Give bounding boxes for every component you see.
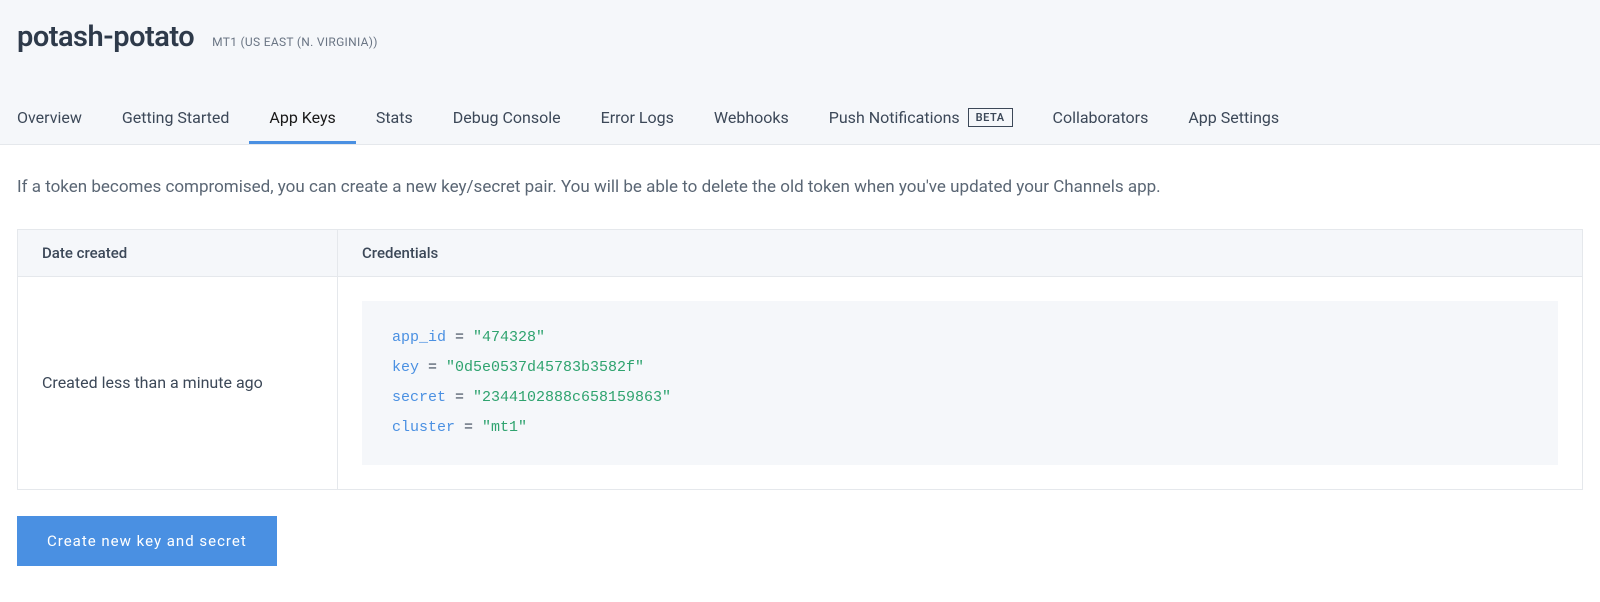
tab-app-settings[interactable]: App Settings (1168, 94, 1299, 144)
tab-label: Stats (376, 108, 413, 127)
cred-val: "474328" (473, 329, 545, 346)
tab-push-notifications[interactable]: Push Notifications BETA (809, 94, 1033, 144)
cred-line-secret: secret = "2344102888c658159863" (392, 383, 1528, 413)
cred-line-cluster: cluster = "mt1" (392, 413, 1528, 443)
cred-val: "mt1" (482, 419, 527, 436)
table-row: Created less than a minute ago app_id = … (18, 276, 1583, 489)
credentials-code-block: app_id = "474328" key = "0d5e0537d45783b… (362, 301, 1558, 465)
cred-key: secret (392, 389, 446, 406)
tab-label: Collaborators (1053, 108, 1149, 127)
app-title: potash-potato (17, 20, 194, 54)
tab-webhooks[interactable]: Webhooks (694, 94, 809, 144)
tab-label: Overview (17, 108, 82, 127)
cred-val: "0d5e0537d45783b3582f" (446, 359, 644, 376)
cred-eq: = (446, 389, 473, 406)
app-title-row: potash-potato MT1 (US EAST (N. VIRGINIA)… (17, 20, 1583, 94)
cred-eq: = (419, 359, 446, 376)
tab-label: App Settings (1188, 108, 1279, 127)
cred-eq: = (455, 419, 482, 436)
header-credentials: Credentials (338, 229, 1583, 276)
cred-key: key (392, 359, 419, 376)
tab-app-keys[interactable]: App Keys (249, 94, 355, 144)
credentials-cell: app_id = "474328" key = "0d5e0537d45783b… (338, 276, 1583, 489)
cred-val: "2344102888c658159863" (473, 389, 671, 406)
cred-line-key: key = "0d5e0537d45783b3582f" (392, 353, 1528, 383)
header-date-created: Date created (18, 229, 338, 276)
tabs: Overview Getting Started App Keys Stats … (17, 94, 1583, 144)
tab-stats[interactable]: Stats (356, 94, 433, 144)
tab-error-logs[interactable]: Error Logs (581, 94, 694, 144)
beta-badge: BETA (968, 108, 1013, 127)
create-new-key-button[interactable]: Create new key and secret (17, 516, 277, 566)
cred-eq: = (446, 329, 473, 346)
tab-label: Error Logs (601, 108, 674, 127)
tab-label: Webhooks (714, 108, 789, 127)
tab-label: Push Notifications (829, 108, 960, 127)
tab-debug-console[interactable]: Debug Console (433, 94, 581, 144)
credentials-table: Date created Credentials Created less th… (17, 229, 1583, 490)
cred-key: cluster (392, 419, 455, 436)
cred-line-app-id: app_id = "474328" (392, 323, 1528, 353)
tab-overview[interactable]: Overview (17, 94, 102, 144)
app-region: MT1 (US EAST (N. VIRGINIA)) (212, 35, 378, 49)
tab-label: Debug Console (453, 108, 561, 127)
content: If a token becomes compromised, you can … (0, 145, 1600, 596)
tab-label: App Keys (269, 108, 335, 127)
cred-key: app_id (392, 329, 446, 346)
tab-collaborators[interactable]: Collaborators (1033, 94, 1169, 144)
date-created-cell: Created less than a minute ago (18, 276, 338, 489)
header-section: potash-potato MT1 (US EAST (N. VIRGINIA)… (0, 0, 1600, 145)
tab-label: Getting Started (122, 108, 230, 127)
tab-getting-started[interactable]: Getting Started (102, 94, 250, 144)
info-text: If a token becomes compromised, you can … (17, 175, 1583, 201)
